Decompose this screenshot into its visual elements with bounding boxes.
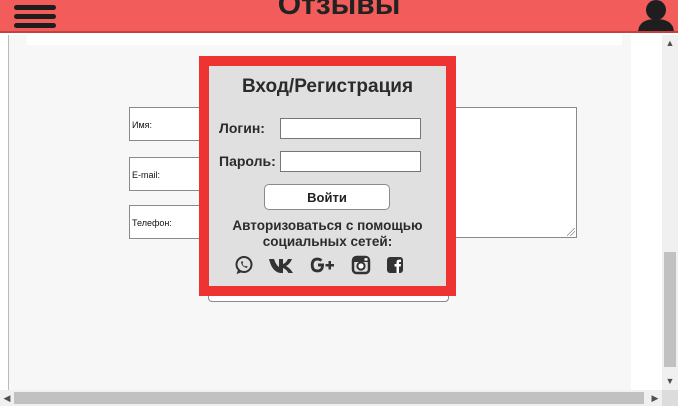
page-title: Отзывы — [277, 0, 401, 21]
facebook-icon[interactable] — [384, 254, 406, 276]
login-label: Логин: — [219, 120, 265, 136]
user-icon[interactable] — [636, 0, 676, 31]
menu-line — [14, 23, 56, 28]
header-bar: Отзывы — [0, 0, 678, 33]
google-plus-icon[interactable] — [309, 254, 337, 276]
instagram-icon[interactable] — [350, 254, 372, 276]
phone-field-label: Телефон: — [132, 218, 172, 228]
scroll-down-arrow-icon[interactable]: ▼ — [662, 373, 678, 390]
page-margin — [631, 35, 662, 390]
password-input[interactable] — [280, 151, 421, 172]
vk-icon[interactable] — [268, 254, 296, 276]
name-field-label: Имя: — [132, 120, 153, 130]
modal-title: Вход/Регистрация — [241, 76, 414, 97]
login-input[interactable] — [280, 118, 421, 139]
scrollbar-corner — [662, 390, 678, 406]
scroll-right-arrow-icon[interactable]: ▶ — [648, 390, 662, 406]
email-field-label: E-mail: — [132, 170, 161, 180]
vertical-scrollbar[interactable]: ▲ ▼ — [662, 35, 678, 390]
whatsapp-icon[interactable] — [233, 254, 255, 276]
scroll-up-arrow-icon[interactable]: ▲ — [662, 35, 678, 52]
review-textarea[interactable] — [440, 107, 577, 238]
login-modal: Вход/Регистрация Логин: Пароль: Войти Ав… — [199, 56, 456, 296]
social-login-text: Авторизоваться с помощью социальных сете… — [232, 218, 423, 249]
horizontal-scroll-thumb[interactable] — [14, 392, 644, 404]
resize-grip-icon[interactable] — [567, 228, 575, 236]
password-label: Пароль: — [219, 153, 276, 169]
social-icons — [209, 254, 446, 278]
content-strip — [27, 35, 622, 45]
scroll-left-arrow-icon[interactable]: ◀ — [0, 390, 14, 406]
vertical-scroll-thumb[interactable] — [664, 252, 676, 367]
horizontal-scrollbar[interactable]: ◀ ▶ — [0, 390, 662, 406]
login-button[interactable]: Войти — [264, 184, 390, 210]
